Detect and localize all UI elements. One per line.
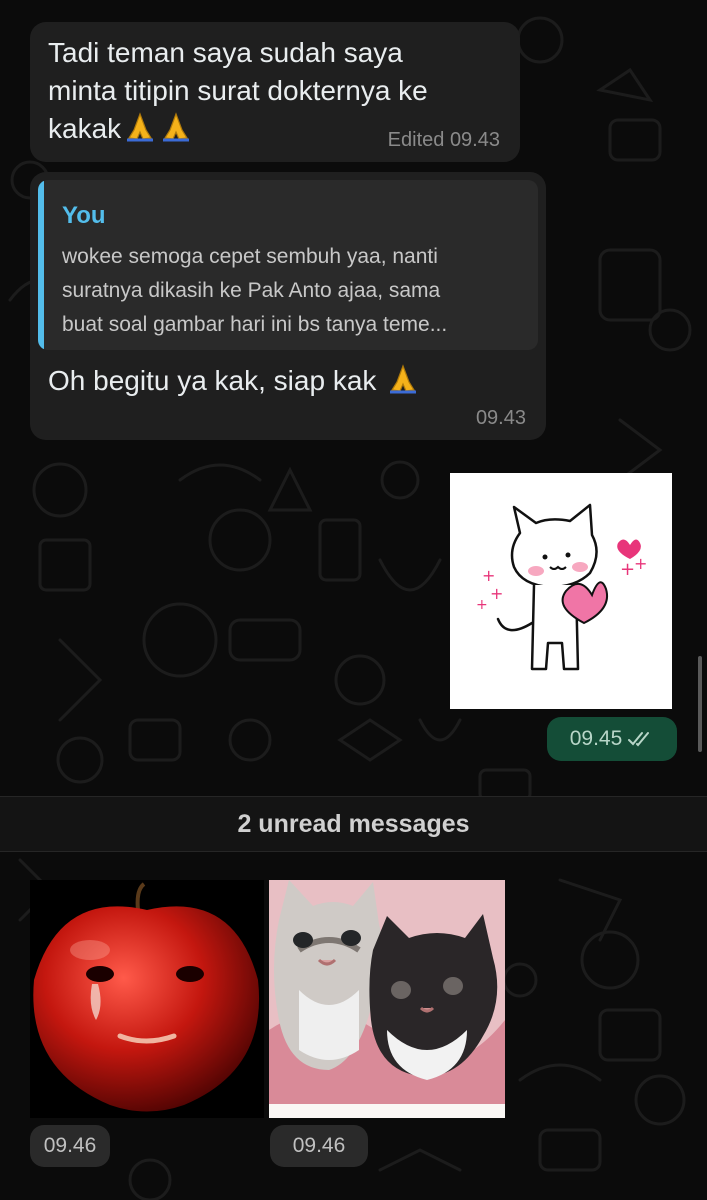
scrollbar-thumb[interactable] bbox=[698, 656, 702, 752]
message-text-line: minta titipin surat dokternya ke bbox=[48, 75, 428, 106]
reply-author: You bbox=[62, 202, 106, 229]
folded-hands-icon bbox=[127, 112, 154, 142]
reply-text-line: suratnya dikasih ke Pak Anto ajaa, sama bbox=[62, 279, 441, 302]
message-time: 09.46 bbox=[292, 1134, 346, 1157]
two-kittens-sticker bbox=[269, 880, 505, 1118]
message-text-line: Tadi teman saya sudah saya bbox=[48, 37, 403, 68]
svg-text:+: + bbox=[476, 597, 488, 613]
reply-text-line: buat soal gambar hari ini bs tanya teme.… bbox=[62, 313, 448, 336]
incoming-time-pill: 09.46 bbox=[30, 1125, 110, 1167]
svg-text:+: + bbox=[482, 566, 495, 585]
incoming-sticker[interactable] bbox=[269, 880, 505, 1118]
message-meta: Edited 09.43 bbox=[388, 129, 500, 152]
message-text-last: kakak bbox=[48, 113, 122, 144]
double-check-icon bbox=[628, 732, 650, 747]
reply-quote-bar bbox=[38, 180, 44, 350]
message-text-body: Oh begitu ya kak, siap kak bbox=[48, 365, 377, 396]
message-text: Oh begitu ya kak, siap kak bbox=[48, 362, 420, 400]
unread-divider: 2 unread messages bbox=[0, 796, 707, 852]
reply-text: wokee semoga cepet sembuh yaa, nanti sur… bbox=[62, 240, 532, 342]
incoming-sticker[interactable] bbox=[30, 880, 264, 1118]
message-time: 09.43 bbox=[475, 407, 526, 429]
incoming-time-pill: 09.46 bbox=[270, 1125, 368, 1167]
message-time: 09.45 bbox=[569, 727, 623, 750]
message-bubble-incoming[interactable]: Tadi teman saya sudah saya minta titipin… bbox=[30, 22, 520, 162]
folded-hands-icon bbox=[163, 112, 190, 142]
svg-text:+: + bbox=[634, 554, 647, 573]
reply-quote[interactable]: You wokee semoga cepet sembuh yaa, nanti… bbox=[38, 180, 538, 350]
message-bubble-incoming[interactable]: You wokee semoga cepet sembuh yaa, nanti… bbox=[30, 172, 546, 440]
cat-holding-heart-sticker: + + + + + bbox=[476, 503, 647, 671]
svg-text:+: + bbox=[620, 559, 635, 580]
reply-text-line: wokee semoga cepet sembuh yaa, nanti bbox=[62, 245, 438, 268]
outgoing-time-pill: 09.45 bbox=[547, 717, 677, 761]
crying-apple-sticker bbox=[33, 882, 260, 1112]
edited-label: Edited bbox=[387, 129, 445, 151]
message-time: 09.43 bbox=[449, 129, 500, 151]
svg-text:+: + bbox=[490, 584, 503, 603]
folded-hands-icon bbox=[390, 364, 417, 394]
chat-area[interactable]: Tadi teman saya sudah saya minta titipin… bbox=[0, 0, 707, 1200]
message-time: 09.46 bbox=[43, 1134, 97, 1157]
outgoing-sticker[interactable]: + + + + + bbox=[450, 473, 672, 709]
